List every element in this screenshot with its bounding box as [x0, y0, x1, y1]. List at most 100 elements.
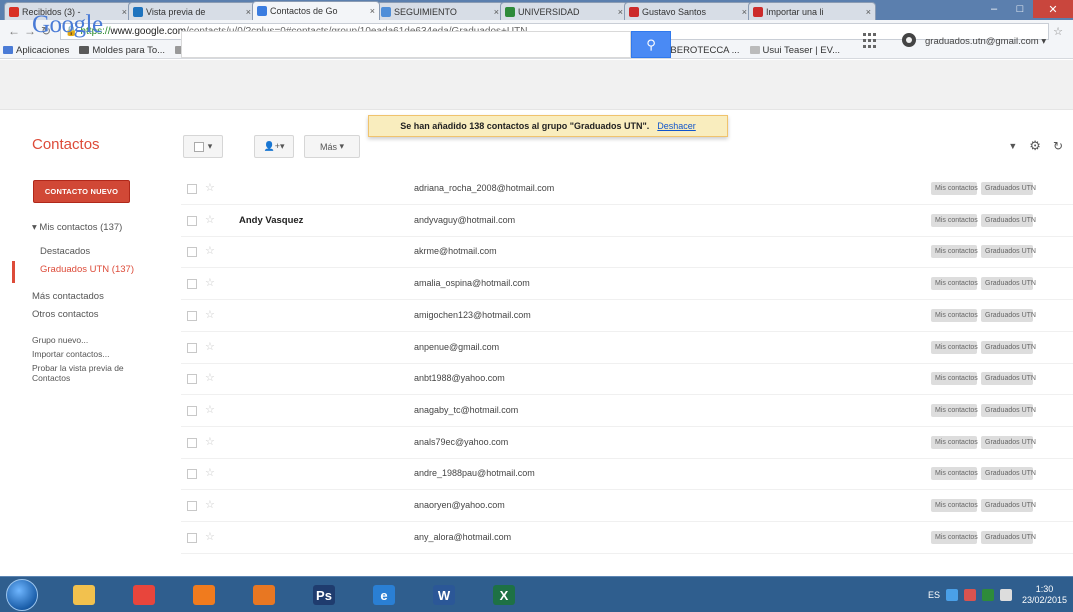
search-button[interactable]: ⚲: [631, 31, 671, 58]
sidebar-item[interactable]: Grupo nuevo...: [32, 335, 88, 345]
row-checkbox[interactable]: [187, 437, 197, 448]
star-icon[interactable]: ☆: [205, 466, 215, 479]
bookmark-item[interactable]: Aplicaciones: [3, 45, 69, 56]
sidebar-item[interactable]: Más contactados: [32, 291, 104, 302]
volume-icon[interactable]: [999, 589, 1012, 601]
star-icon[interactable]: ☆: [205, 371, 215, 384]
table-row[interactable]: ☆ adriana_rocha_2008@hotmail.com Mis conta…: [181, 173, 1073, 205]
chrome-taskbar-icon[interactable]: [124, 581, 164, 609]
table-row[interactable]: ☆ andre_1988pau@hotmail.com Mis contactos G…: [181, 458, 1073, 491]
account-email[interactable]: graduados.utn@gmail.com ▾: [925, 36, 1046, 47]
label-chip-group[interactable]: Graduados UTN: [981, 245, 1036, 259]
back-icon[interactable]: ←: [6, 24, 22, 38]
bookmark-item[interactable]: Moldes para To...: [79, 45, 165, 56]
label-chip-group[interactable]: Graduados UTN: [981, 467, 1036, 481]
apps-grid-icon[interactable]: [863, 33, 879, 49]
excel-taskbar-icon[interactable]: X: [484, 581, 524, 609]
browser-tab[interactable]: SEGUIMIENTO ×: [376, 2, 504, 20]
table-row[interactable]: ☆ anbt1988@yahoo.com Mis contactos Graduado…: [181, 363, 1073, 396]
shield-icon[interactable]: [963, 589, 976, 601]
tab-close-icon[interactable]: ×: [122, 7, 127, 17]
label-chip-my-contacts[interactable]: Mis contactos: [931, 403, 978, 417]
tab-close-icon[interactable]: ×: [742, 7, 747, 17]
sidebar-item[interactable]: Destacados: [40, 246, 90, 257]
language-indicator[interactable]: ES: [928, 590, 940, 600]
browser-tab[interactable]: Contactos de Go ×: [252, 1, 380, 20]
antivirus-icon[interactable]: [981, 589, 994, 601]
sidebar-item[interactable]: Probar la vista previa de: [32, 363, 124, 373]
more-button[interactable]: Más ▾: [304, 135, 360, 158]
browser-tab[interactable]: Gustavo Santos ×: [624, 2, 752, 20]
browser-tab[interactable]: UNIVERSIDAD ×: [500, 2, 628, 20]
label-chip-group[interactable]: Graduados UTN: [981, 340, 1036, 354]
row-checkbox[interactable]: [187, 469, 197, 480]
refresh-icon[interactable]: ↻: [1053, 139, 1063, 153]
table-row[interactable]: ☆ anaoryen@yahoo.com Mis contactos Graduado…: [181, 490, 1073, 522]
close-window-button[interactable]: ✕: [1033, 0, 1073, 18]
table-row[interactable]: ☆ anpenue@gmail.com Mis contactos Graduados…: [181, 332, 1073, 364]
row-checkbox[interactable]: [187, 247, 197, 258]
label-chip-my-contacts[interactable]: Mis contactos: [931, 182, 978, 195]
tab-close-icon[interactable]: ×: [370, 6, 375, 16]
table-row[interactable]: ☆ any_alora@hotmail.com Mis contactos Gradu…: [181, 522, 1073, 554]
star-icon[interactable]: ☆: [205, 276, 215, 289]
page-title[interactable]: Contactos: [32, 136, 100, 153]
add-to-group-button[interactable]: 👤+ ▾: [254, 135, 294, 158]
search-input[interactable]: [181, 31, 631, 58]
label-chip-group[interactable]: Graduados UTN: [981, 213, 1036, 227]
media-taskbar-icon[interactable]: [184, 581, 224, 609]
row-checkbox[interactable]: [187, 342, 197, 353]
label-chip-my-contacts[interactable]: Mis contactos: [931, 308, 978, 322]
notifications-icon[interactable]: [902, 33, 916, 47]
star-icon[interactable]: ☆: [205, 498, 215, 511]
table-row[interactable]: ☆ anagaby_tc@hotmail.com Mis contactos Grad…: [181, 395, 1073, 427]
label-chip-my-contacts[interactable]: Mis contactos: [931, 372, 978, 386]
star-icon[interactable]: ☆: [205, 181, 215, 194]
explorer-taskbar-icon[interactable]: [64, 581, 104, 609]
label-chip-group[interactable]: Graduados UTN: [981, 499, 1036, 512]
google-logo[interactable]: Google: [32, 11, 103, 39]
label-chip-group[interactable]: Graduados UTN: [981, 308, 1036, 322]
star-icon[interactable]: ☆: [205, 244, 215, 257]
label-chip-my-contacts[interactable]: Mis contactos: [931, 530, 978, 544]
start-button[interactable]: [6, 579, 38, 611]
label-chip-my-contacts[interactable]: Mis contactos: [931, 499, 978, 512]
row-checkbox[interactable]: [187, 405, 197, 416]
table-row[interactable]: ☆ Andy Vasquez andyvaguy@hotmail.com Mis co…: [181, 205, 1073, 237]
label-chip-group[interactable]: Graduados UTN: [981, 435, 1036, 449]
label-chip-my-contacts[interactable]: Mis contactos: [931, 277, 978, 291]
sidebar-item[interactable]: Contactos: [32, 373, 70, 383]
new-contact-button[interactable]: CONTACTO NUEVO: [33, 180, 130, 203]
table-row[interactable]: ☆ amalia_ospina@hotmail.com Mis contactos G…: [181, 268, 1073, 301]
sidebar-item[interactable]: Importar contactos...: [32, 349, 109, 359]
label-chip-my-contacts[interactable]: Mis contactos: [931, 340, 978, 354]
row-checkbox[interactable]: [187, 184, 197, 194]
label-chip-group[interactable]: Graduados UTN: [981, 182, 1036, 195]
star-icon[interactable]: ☆: [205, 213, 215, 226]
row-checkbox[interactable]: [187, 501, 197, 511]
star-icon[interactable]: ☆: [205, 308, 215, 321]
minimize-button[interactable]: –: [981, 0, 1007, 18]
sidebar-item[interactable]: Graduados UTN (137): [40, 264, 134, 275]
label-chip-my-contacts[interactable]: Mis contactos: [931, 245, 978, 259]
star-icon[interactable]: ☆: [205, 403, 215, 416]
table-row[interactable]: ☆ akrme@hotmail.com Mis contactos Graduados…: [181, 236, 1073, 269]
label-chip-group[interactable]: Graduados UTN: [981, 372, 1036, 386]
bookmark-item[interactable]: Usui Teaser | EV...: [749, 45, 840, 56]
firefox-taskbar-icon[interactable]: [244, 581, 284, 609]
sidebar-item[interactable]: Otros contactos: [32, 309, 99, 320]
label-chip-group[interactable]: Graduados UTN: [981, 403, 1036, 417]
label-chip-group[interactable]: Graduados UTN: [981, 530, 1036, 544]
clock[interactable]: 1:30 23/02/2015: [1022, 584, 1067, 606]
tab-close-icon[interactable]: ×: [618, 7, 623, 17]
star-icon[interactable]: ☆: [205, 340, 215, 353]
row-checkbox[interactable]: [187, 279, 197, 290]
maximize-button[interactable]: □: [1007, 0, 1033, 18]
tab-close-icon[interactable]: ×: [866, 7, 871, 17]
browser-tab[interactable]: Vista previa de ×: [128, 2, 256, 20]
tab-close-icon[interactable]: ×: [494, 7, 499, 17]
sidebar-item[interactable]: ▾ Mis contactos (137): [32, 222, 122, 233]
label-chip-my-contacts[interactable]: Mis contactos: [931, 213, 978, 227]
word-taskbar-icon[interactable]: W: [424, 581, 464, 609]
table-row[interactable]: ☆ anals79ec@yahoo.com Mis contactos Graduad…: [181, 427, 1073, 459]
